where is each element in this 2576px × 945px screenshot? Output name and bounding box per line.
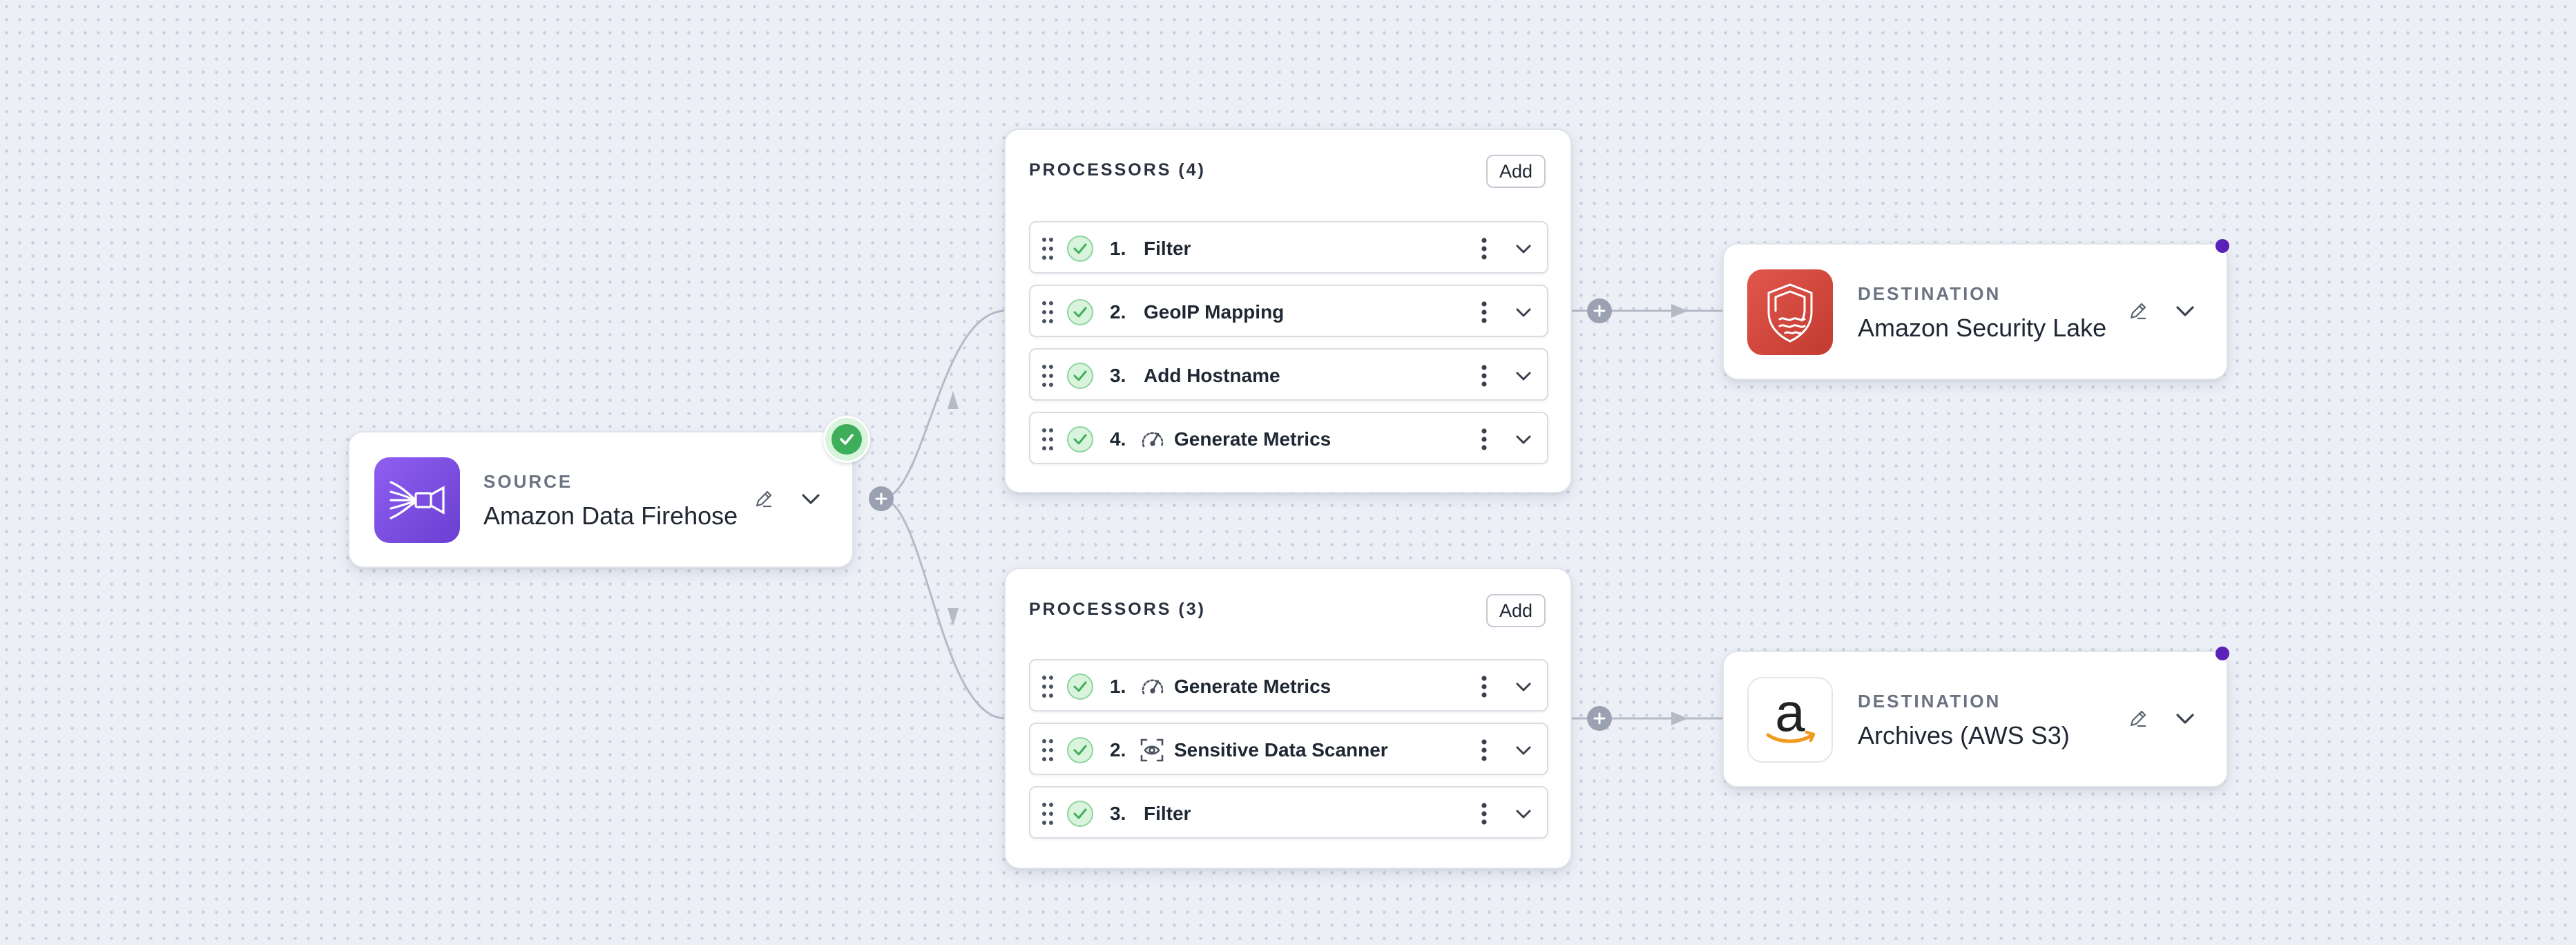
processor-number: 2. bbox=[1110, 739, 1126, 761]
chevron-down-icon[interactable] bbox=[1510, 426, 1537, 453]
scanner-icon bbox=[1140, 738, 1164, 766]
destination-kicker: DESTINATION bbox=[1858, 283, 2001, 304]
edit-destination-button[interactable] bbox=[2123, 296, 2153, 326]
processor-row-sensitive-data-scanner[interactable]: 2. Sensitive Data Scanner bbox=[1029, 723, 1548, 775]
source-name: Amazon Data Firehose bbox=[483, 502, 738, 530]
check-icon bbox=[832, 424, 862, 455]
pencil-icon bbox=[2130, 710, 2146, 727]
chevron-down-icon[interactable] bbox=[1510, 800, 1537, 828]
processor-label: Add Hostname bbox=[1144, 365, 1280, 386]
expand-destination-button[interactable] bbox=[2170, 296, 2200, 326]
processor-group-1: PROCESSORS (4) Add 1. Filter 2. GeoIP Ma… bbox=[1004, 128, 1572, 493]
add-after-processors-2-button[interactable] bbox=[1587, 706, 1612, 731]
status-ok-icon bbox=[1066, 426, 1094, 457]
processor-label: Generate Metrics bbox=[1174, 428, 1332, 450]
status-ok-icon bbox=[1066, 673, 1094, 704]
svg-text:a: a bbox=[1775, 685, 1805, 743]
pencil-icon bbox=[756, 490, 772, 508]
plus-icon bbox=[1593, 305, 1606, 317]
kebab-menu-icon[interactable] bbox=[1474, 298, 1494, 326]
security-lake-icon bbox=[1747, 269, 1833, 355]
status-dot bbox=[2215, 647, 2229, 660]
chevron-down-icon[interactable] bbox=[1510, 362, 1537, 390]
destination-name: Amazon Security Lake bbox=[1858, 314, 2107, 342]
status-dot bbox=[2215, 239, 2229, 253]
processor-label: Filter bbox=[1144, 803, 1191, 824]
add-after-source-button[interactable] bbox=[869, 486, 894, 511]
processor-label: GeoIP Mapping bbox=[1144, 301, 1285, 323]
kebab-menu-icon[interactable] bbox=[1474, 362, 1494, 390]
drag-handle-icon[interactable] bbox=[1041, 236, 1054, 265]
destination-node-security-lake[interactable]: DESTINATION Amazon Security Lake bbox=[1722, 243, 2228, 380]
pencil-icon bbox=[2130, 303, 2146, 320]
processor-number: 4. bbox=[1110, 428, 1126, 450]
processor-label: Filter bbox=[1144, 238, 1191, 259]
drag-handle-icon[interactable] bbox=[1041, 363, 1054, 392]
plus-icon bbox=[875, 493, 887, 505]
drag-handle-icon[interactable] bbox=[1041, 300, 1054, 328]
drag-handle-icon[interactable] bbox=[1041, 674, 1054, 703]
drag-handle-icon[interactable] bbox=[1041, 427, 1054, 455]
processor-row-filter[interactable]: 3. Filter bbox=[1029, 786, 1548, 839]
expand-destination-button[interactable] bbox=[2170, 703, 2200, 734]
add-processor-button[interactable]: Add bbox=[1486, 155, 1546, 188]
chevron-down-icon bbox=[2176, 714, 2194, 724]
destination-name: Archives (AWS S3) bbox=[1858, 721, 2070, 750]
plus-icon bbox=[1593, 712, 1606, 725]
processor-number: 1. bbox=[1110, 676, 1126, 697]
destination-kicker: DESTINATION bbox=[1858, 691, 2001, 712]
processor-row-filter[interactable]: 1. Filter bbox=[1029, 221, 1548, 274]
processor-group-title: PROCESSORS (3) bbox=[1029, 600, 1206, 619]
processor-row-generate-metrics[interactable]: 4. Generate Metrics bbox=[1029, 412, 1548, 464]
chevron-down-icon bbox=[802, 494, 820, 504]
processor-label: Generate Metrics bbox=[1174, 676, 1332, 697]
processor-row-geoip-mapping[interactable]: 2. GeoIP Mapping bbox=[1029, 285, 1548, 337]
add-after-processors-1-button[interactable] bbox=[1587, 298, 1612, 323]
kebab-menu-icon[interactable] bbox=[1474, 800, 1494, 828]
status-ok-icon bbox=[1066, 362, 1094, 393]
source-status-badge bbox=[823, 416, 870, 463]
status-ok-icon bbox=[1066, 736, 1094, 767]
processor-number: 2. bbox=[1110, 301, 1126, 323]
chevron-down-icon[interactable] bbox=[1510, 736, 1537, 764]
chevron-down-icon[interactable] bbox=[1510, 235, 1537, 262]
gauge-icon bbox=[1140, 427, 1166, 455]
chevron-down-icon bbox=[2176, 306, 2194, 316]
gauge-icon bbox=[1140, 674, 1166, 703]
status-ok-icon bbox=[1066, 235, 1094, 266]
drag-handle-icon[interactable] bbox=[1041, 738, 1054, 766]
processor-group-title: PROCESSORS (4) bbox=[1029, 160, 1206, 180]
kebab-menu-icon[interactable] bbox=[1474, 235, 1494, 262]
source-kicker: SOURCE bbox=[483, 471, 573, 492]
chevron-down-icon[interactable] bbox=[1510, 298, 1537, 326]
edit-source-button[interactable] bbox=[749, 484, 779, 514]
add-processor-button[interactable]: Add bbox=[1486, 594, 1546, 627]
expand-source-button[interactable] bbox=[796, 484, 826, 514]
processor-number: 3. bbox=[1110, 803, 1126, 824]
processor-number: 3. bbox=[1110, 365, 1126, 386]
processor-label: Sensitive Data Scanner bbox=[1174, 739, 1388, 761]
firehose-icon bbox=[374, 457, 460, 543]
chevron-down-icon[interactable] bbox=[1510, 673, 1537, 700]
kebab-menu-icon[interactable] bbox=[1474, 736, 1494, 764]
destination-node-archives-s3[interactable]: a DESTINATION Archives (AWS S3) bbox=[1722, 651, 2228, 788]
source-node[interactable]: SOURCE Amazon Data Firehose bbox=[348, 431, 854, 568]
amazon-logo-icon: a bbox=[1747, 677, 1833, 763]
drag-handle-icon[interactable] bbox=[1041, 801, 1054, 830]
edit-destination-button[interactable] bbox=[2123, 703, 2153, 734]
processor-row-add-hostname[interactable]: 3. Add Hostname bbox=[1029, 348, 1548, 401]
processor-row-generate-metrics[interactable]: 1. Generate Metrics bbox=[1029, 659, 1548, 712]
kebab-menu-icon[interactable] bbox=[1474, 426, 1494, 453]
status-ok-icon bbox=[1066, 800, 1094, 831]
status-ok-icon bbox=[1066, 298, 1094, 330]
processor-group-2: PROCESSORS (3) Add 1. Generate Metrics 2… bbox=[1004, 568, 1572, 869]
processor-number: 1. bbox=[1110, 238, 1126, 259]
kebab-menu-icon[interactable] bbox=[1474, 673, 1494, 700]
